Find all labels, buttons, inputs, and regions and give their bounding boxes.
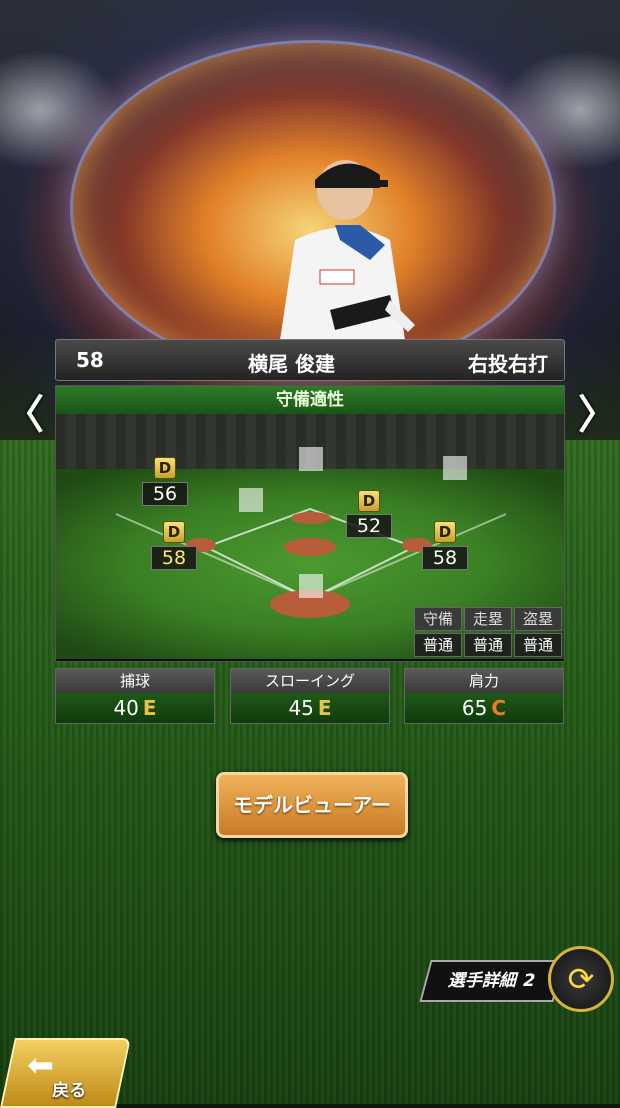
arm-strength-stat: 肩力 65 C bbox=[404, 668, 564, 724]
next-player-button[interactable]: 〉 bbox=[578, 382, 618, 440]
defense-panel: 守備適性 D 56 D 52 D 58 D 58 守備 走塁 盗塁 普通 普通 bbox=[55, 385, 565, 662]
throwing-label: スローイング bbox=[231, 669, 389, 693]
arm-strength-value: 65 bbox=[461, 696, 488, 720]
position-center-field[interactable] bbox=[299, 447, 323, 471]
left-field-grade: D bbox=[154, 457, 176, 479]
defense-label: 守備 bbox=[414, 607, 462, 631]
third-base-grade: D bbox=[163, 521, 185, 543]
catching-grade: E bbox=[142, 696, 157, 720]
first-base-value: 58 bbox=[422, 546, 468, 570]
left-field-value: 56 bbox=[142, 482, 188, 506]
baseball-field: D 56 D 52 D 58 D 58 守備 走塁 盗塁 普通 普通 普通 bbox=[56, 414, 564, 659]
cycle-icon[interactable]: ⟳ bbox=[548, 946, 614, 1012]
position-shortstop[interactable] bbox=[239, 488, 263, 512]
back-button[interactable]: ⬅ 戻る bbox=[0, 1038, 131, 1108]
back-arrow-icon: ⬅ bbox=[27, 1046, 54, 1084]
arm-strength-label: 肩力 bbox=[405, 669, 563, 693]
prev-player-button[interactable]: 〈 bbox=[4, 382, 44, 440]
player-name: 横尾 俊建 bbox=[248, 352, 335, 376]
pitcher-mound bbox=[284, 538, 336, 556]
base-running-stats: 守備 走塁 盗塁 普通 普通 普通 bbox=[414, 607, 562, 657]
arm-strength-grade: C bbox=[491, 696, 507, 720]
back-label: 戻る bbox=[52, 1081, 87, 1101]
throwing-value: 45 bbox=[288, 696, 314, 720]
player-detail-2-button[interactable]: 選手詳細 2 bbox=[419, 960, 565, 1002]
third-base-value: 58 bbox=[151, 546, 197, 570]
catching-label: 捕球 bbox=[56, 669, 214, 693]
catching-value: 40 bbox=[113, 696, 139, 720]
position-catcher[interactable] bbox=[299, 574, 323, 598]
player-number: 58 bbox=[76, 348, 104, 372]
defense-value: 普通 bbox=[414, 633, 462, 657]
throwing-grade: E bbox=[317, 696, 332, 720]
player-header: 58 横尾 俊建 右投右打 bbox=[55, 339, 565, 381]
catching-stat: 捕球 40 E bbox=[55, 668, 215, 724]
player-hand: 右投右打 bbox=[468, 352, 548, 376]
second-base-value: 52 bbox=[346, 514, 392, 538]
position-right-field[interactable] bbox=[443, 456, 467, 480]
player-image bbox=[280, 160, 415, 340]
second-base-dirt bbox=[291, 512, 331, 524]
baserunning-value: 普通 bbox=[464, 633, 512, 657]
steal-label: 盗塁 bbox=[514, 607, 562, 631]
model-viewer-button[interactable]: モデルビューアー bbox=[216, 772, 408, 838]
steal-value: 普通 bbox=[514, 633, 562, 657]
baserunning-label: 走塁 bbox=[464, 607, 512, 631]
first-base-grade: D bbox=[434, 521, 456, 543]
defense-title: 守備適性 bbox=[56, 386, 564, 414]
throwing-stat: スローイング 45 E bbox=[230, 668, 390, 724]
second-base-grade: D bbox=[358, 490, 380, 512]
